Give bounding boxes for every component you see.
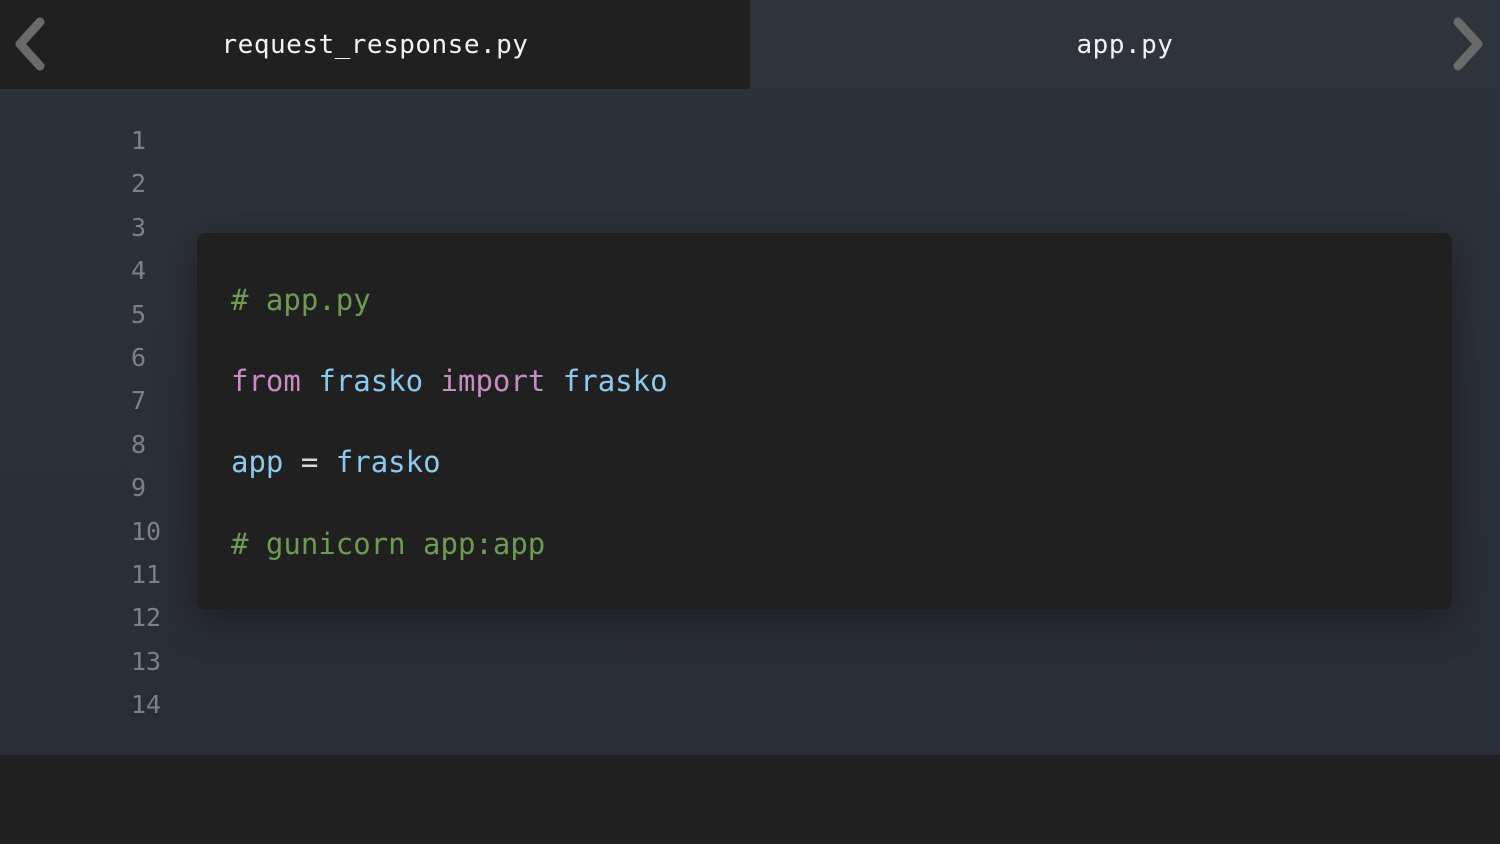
line-number: 3: [131, 212, 147, 242]
previous-tab-button[interactable]: [10, 14, 50, 74]
line-number: 5: [131, 299, 147, 329]
line-number: 11: [131, 559, 162, 589]
editor-area: request_response.py app.py 1 2 3 4 5 6 7…: [0, 0, 1500, 755]
line-number: 2: [131, 169, 147, 199]
code-line-comment: # app.py: [231, 280, 371, 320]
code-block[interactable]: # app.py from frasko import frasko app =…: [197, 233, 1452, 610]
chevron-right-icon: [1453, 17, 1483, 71]
tab-request-response[interactable]: request_response.py: [0, 0, 750, 89]
line-number: 12: [131, 603, 162, 633]
line-number-gutter: 1 2 3 4 5 6 7 8 9 10 11 12 13 14: [120, 119, 190, 726]
code-imported-name: frasko: [562, 364, 668, 398]
line-number: 9: [131, 473, 147, 503]
code-keyword-import: import: [440, 364, 546, 398]
code-value: frasko: [335, 445, 441, 479]
line-number: 8: [131, 429, 147, 459]
code-module: frasko: [318, 364, 424, 398]
footer-bar: [0, 755, 1500, 844]
line-number: 7: [131, 386, 147, 416]
code-line-assignment: app = frasko: [231, 442, 441, 482]
next-tab-button[interactable]: [1448, 14, 1488, 74]
code-operator: =: [300, 445, 319, 479]
tab-label: request_response.py: [221, 29, 529, 60]
tab-label: app.py: [1076, 29, 1174, 60]
code-comment: # app.py: [231, 283, 371, 317]
line-number: 14: [131, 690, 162, 720]
code-variable: app: [231, 445, 284, 479]
line-number: 4: [131, 256, 147, 286]
code-comment: # gunicorn app:app: [231, 527, 546, 561]
code-keyword-from: from: [231, 364, 301, 398]
code-line-import: from frasko import frasko: [231, 361, 668, 401]
code-line-comment: # gunicorn app:app: [231, 524, 545, 564]
line-number: 6: [131, 342, 147, 372]
chevron-left-icon: [15, 17, 45, 71]
line-number: 1: [131, 126, 147, 155]
line-number: 13: [131, 646, 162, 676]
line-number: 10: [131, 516, 162, 546]
tab-app[interactable]: app.py: [750, 0, 1500, 89]
screen: request_response.py app.py 1 2 3 4 5 6 7…: [0, 0, 1500, 844]
tab-bar: request_response.py app.py: [0, 0, 1500, 89]
